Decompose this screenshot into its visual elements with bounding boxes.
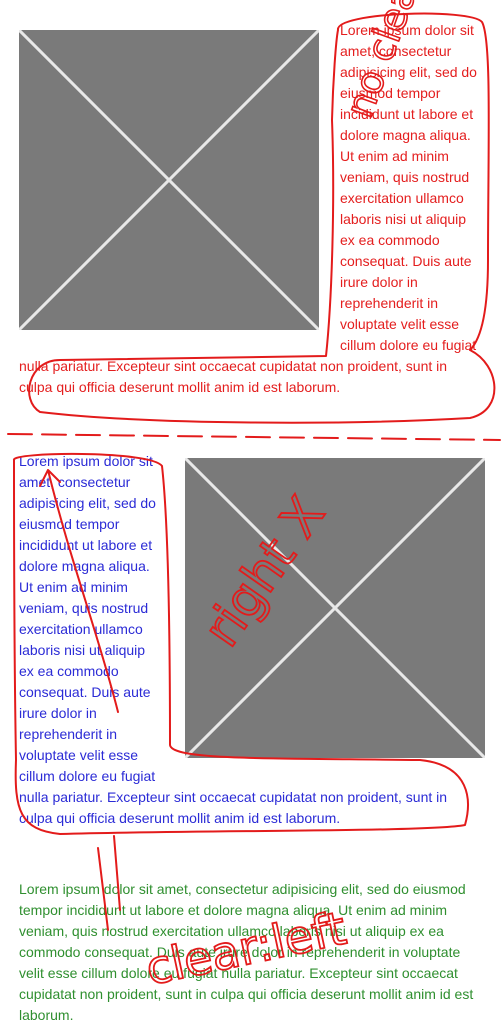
paragraph-3: Lorem ipsum dolor sit amet, consectetur … xyxy=(19,879,486,1026)
paragraph-3-text: Lorem ipsum dolor sit amet, consectetur … xyxy=(19,881,474,1023)
paragraph-2: Lorem ipsum dolor sit amet, consectetur … xyxy=(19,451,482,829)
annotation-dashed-divider xyxy=(7,433,501,441)
paragraph-1: Lorem ipsum dolor sit amet, consectetur … xyxy=(19,20,482,398)
